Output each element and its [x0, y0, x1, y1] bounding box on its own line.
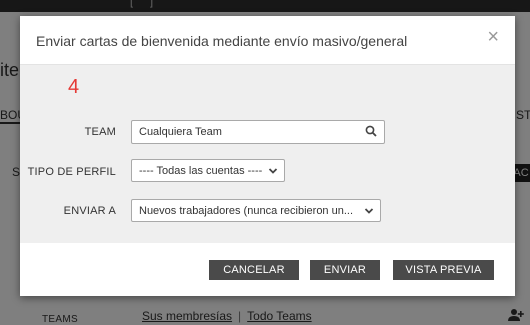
chevron-down-icon [268, 168, 278, 174]
modal-header: Enviar cartas de bienvenida mediante env… [20, 16, 515, 65]
modal-footer: CANCELAR ENVIAR VISTA PREVIA [20, 243, 515, 296]
search-icon[interactable] [365, 125, 377, 137]
modal-body: 4 TEAM Cualquiera Team TIPO DE PERFIL --… [20, 65, 515, 243]
send-button[interactable]: ENVIAR [310, 260, 380, 280]
profile-type-select[interactable]: ---- Todas las cuentas ---- [131, 159, 285, 182]
profile-type-label: TIPO DE PERFIL [27, 166, 116, 178]
chevron-down-icon [364, 208, 374, 214]
close-icon[interactable]: × [487, 27, 499, 47]
send-to-select[interactable]: Nuevos trabajadores (nunca recibieron un… [131, 199, 381, 222]
step-number: 4 [68, 76, 80, 98]
bulk-welcome-letter-dialog: Enviar cartas de bienvenida mediante env… [20, 16, 515, 296]
profile-type-selected: ---- Todas las cuentas ---- [139, 165, 263, 177]
modal-title: Enviar cartas de bienvenida mediante env… [36, 33, 408, 49]
team-label: TEAM [84, 126, 116, 138]
team-search-input[interactable]: Cualquiera Team [131, 120, 385, 144]
send-to-selected: Nuevos trabajadores (nunca recibieron un… [139, 205, 354, 217]
team-input-value: Cualquiera Team [139, 126, 222, 138]
cancel-button[interactable]: CANCELAR [209, 260, 299, 280]
preview-button[interactable]: VISTA PREVIA [393, 260, 494, 280]
send-to-label: ENVIAR A [63, 205, 116, 217]
